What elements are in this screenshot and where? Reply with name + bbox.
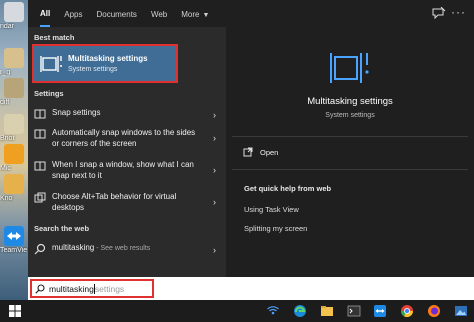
search-icon xyxy=(35,283,45,294)
settings-item-label: Choose Alt+Tab behavior for virtual desk… xyxy=(52,192,177,212)
snap-icon xyxy=(34,109,46,119)
quick-help-heading: Get quick help from web xyxy=(244,184,332,193)
chevron-down-icon: ▼ xyxy=(202,11,210,19)
taskbar-app[interactable] xyxy=(367,300,394,322)
search-tabs: All Apps Documents Web More ▼ ··· xyxy=(28,0,474,27)
photos-icon xyxy=(454,306,467,316)
start-button[interactable] xyxy=(0,300,31,322)
help-link-split-screen[interactable]: Splitting my screen xyxy=(244,224,307,233)
desktop-background: ndar r_g diff Bnot Mic Kno TeamVie xyxy=(0,0,28,300)
taskbar xyxy=(0,300,474,322)
image-file-icon xyxy=(4,78,24,98)
best-match-heading: Best match xyxy=(34,33,75,42)
desktop-icon-label: diff xyxy=(0,99,10,106)
tab-web[interactable]: Web xyxy=(151,2,167,26)
chevron-right-icon: › xyxy=(213,110,216,120)
more-options-icon[interactable]: ··· xyxy=(451,5,466,19)
settings-item-label: Snap settings xyxy=(52,108,101,117)
results-list: Best match Multitasking settings System … xyxy=(28,27,226,277)
document-icon xyxy=(4,114,24,134)
web-suffix: - See web results xyxy=(94,245,151,252)
desktop-icon-label: Kno xyxy=(0,195,13,202)
desktop-icon[interactable]: r_g xyxy=(0,48,26,76)
search-bar: multitasking settings xyxy=(28,277,474,300)
search-input[interactable]: multitasking settings xyxy=(30,279,154,298)
best-match-title: Multitasking settings xyxy=(68,54,148,63)
tab-apps[interactable]: Apps xyxy=(64,2,82,26)
file-explorer-icon xyxy=(320,306,333,316)
settings-item-snap-next[interactable]: When I snap a window, show what I can sn… xyxy=(28,159,226,181)
web-query: multitasking xyxy=(52,243,95,252)
wifi-icon xyxy=(267,306,280,315)
teamviewer-icon xyxy=(374,305,387,317)
preview-subtitle: System settings xyxy=(325,112,375,119)
file-icon xyxy=(4,2,24,22)
search-query: multitasking xyxy=(49,283,94,294)
snap-icon xyxy=(34,161,46,171)
settings-item-alt-tab[interactable]: Choose Alt+Tab behavior for virtual desk… xyxy=(28,191,226,213)
desktop-icon-label: r_g xyxy=(0,69,11,76)
taskbar-app[interactable] xyxy=(447,300,474,322)
folder-icon xyxy=(4,174,24,194)
desktop-icon[interactable]: Mic xyxy=(0,144,26,172)
divider xyxy=(232,169,468,170)
settings-item-snap[interactable]: Snap settings › xyxy=(28,107,226,120)
snap-icon xyxy=(34,129,46,139)
chevron-right-icon: › xyxy=(213,165,216,175)
web-result[interactable]: multitasking - See web results › xyxy=(28,242,226,255)
divider xyxy=(232,136,468,137)
desktop-icon[interactable]: ndar xyxy=(0,2,26,30)
tab-all[interactable]: All xyxy=(40,1,51,27)
desktop-icon[interactable]: TeamVie xyxy=(0,226,28,254)
taskbar-app[interactable] xyxy=(421,300,448,322)
desktop-icon-label: Mic xyxy=(0,165,11,172)
tab-more[interactable]: More ▼ xyxy=(181,2,209,26)
feedback-icon[interactable] xyxy=(432,7,446,19)
desktop-icon[interactable]: Bnot xyxy=(0,114,26,142)
desktop-icon[interactable]: diff xyxy=(0,78,26,106)
app-icon xyxy=(4,144,24,164)
taskbar-app[interactable] xyxy=(394,300,421,322)
desktop-icon-label: Bnot xyxy=(0,135,15,142)
search-icon xyxy=(34,243,46,255)
search-panel: All Apps Documents Web More ▼ ··· Best ma… xyxy=(28,0,474,277)
multitasking-icon xyxy=(330,53,369,83)
virtual-desktop-icon xyxy=(34,192,46,203)
taskbar-app[interactable] xyxy=(313,300,340,322)
settings-heading: Settings xyxy=(34,89,64,98)
taskbar-app[interactable] xyxy=(260,300,287,322)
settings-item-label: Automatically snap windows to the sides … xyxy=(52,128,196,148)
teamviewer-icon xyxy=(4,226,24,246)
best-match-result[interactable]: Multitasking settings System settings xyxy=(32,44,178,83)
desktop-icon[interactable]: Kno xyxy=(0,174,26,202)
settings-item-auto-snap[interactable]: Automatically snap windows to the sides … xyxy=(28,127,226,149)
result-preview: Multitasking settings System settings Op… xyxy=(226,27,474,277)
image-file-icon xyxy=(4,48,24,68)
chrome-icon xyxy=(401,305,414,318)
taskbar-app[interactable] xyxy=(287,300,314,322)
search-autocomplete: settings xyxy=(94,283,125,294)
open-action[interactable]: Open xyxy=(243,147,278,157)
firefox-icon xyxy=(427,305,440,317)
help-link-task-view[interactable]: Using Task View xyxy=(244,205,299,214)
settings-item-label: When I snap a window, show what I can sn… xyxy=(52,160,194,180)
chevron-right-icon: › xyxy=(213,245,216,255)
taskbar-app[interactable] xyxy=(340,300,367,322)
tab-documents[interactable]: Documents xyxy=(96,2,136,26)
chevron-right-icon: › xyxy=(213,133,216,143)
desktop-icon-label: TeamVie xyxy=(0,247,28,254)
terminal-icon xyxy=(347,305,361,317)
search-web-heading: Search the web xyxy=(34,224,90,233)
best-match-subtitle: System settings xyxy=(68,66,118,73)
chevron-right-icon: › xyxy=(213,197,216,207)
multitasking-icon xyxy=(40,55,62,72)
open-icon xyxy=(243,147,253,157)
preview-title: Multitasking settings xyxy=(307,96,393,107)
open-label: Open xyxy=(260,147,279,157)
windows-logo-icon xyxy=(9,305,22,317)
desktop-icon-label: ndar xyxy=(0,23,15,30)
edge-icon xyxy=(294,305,307,317)
